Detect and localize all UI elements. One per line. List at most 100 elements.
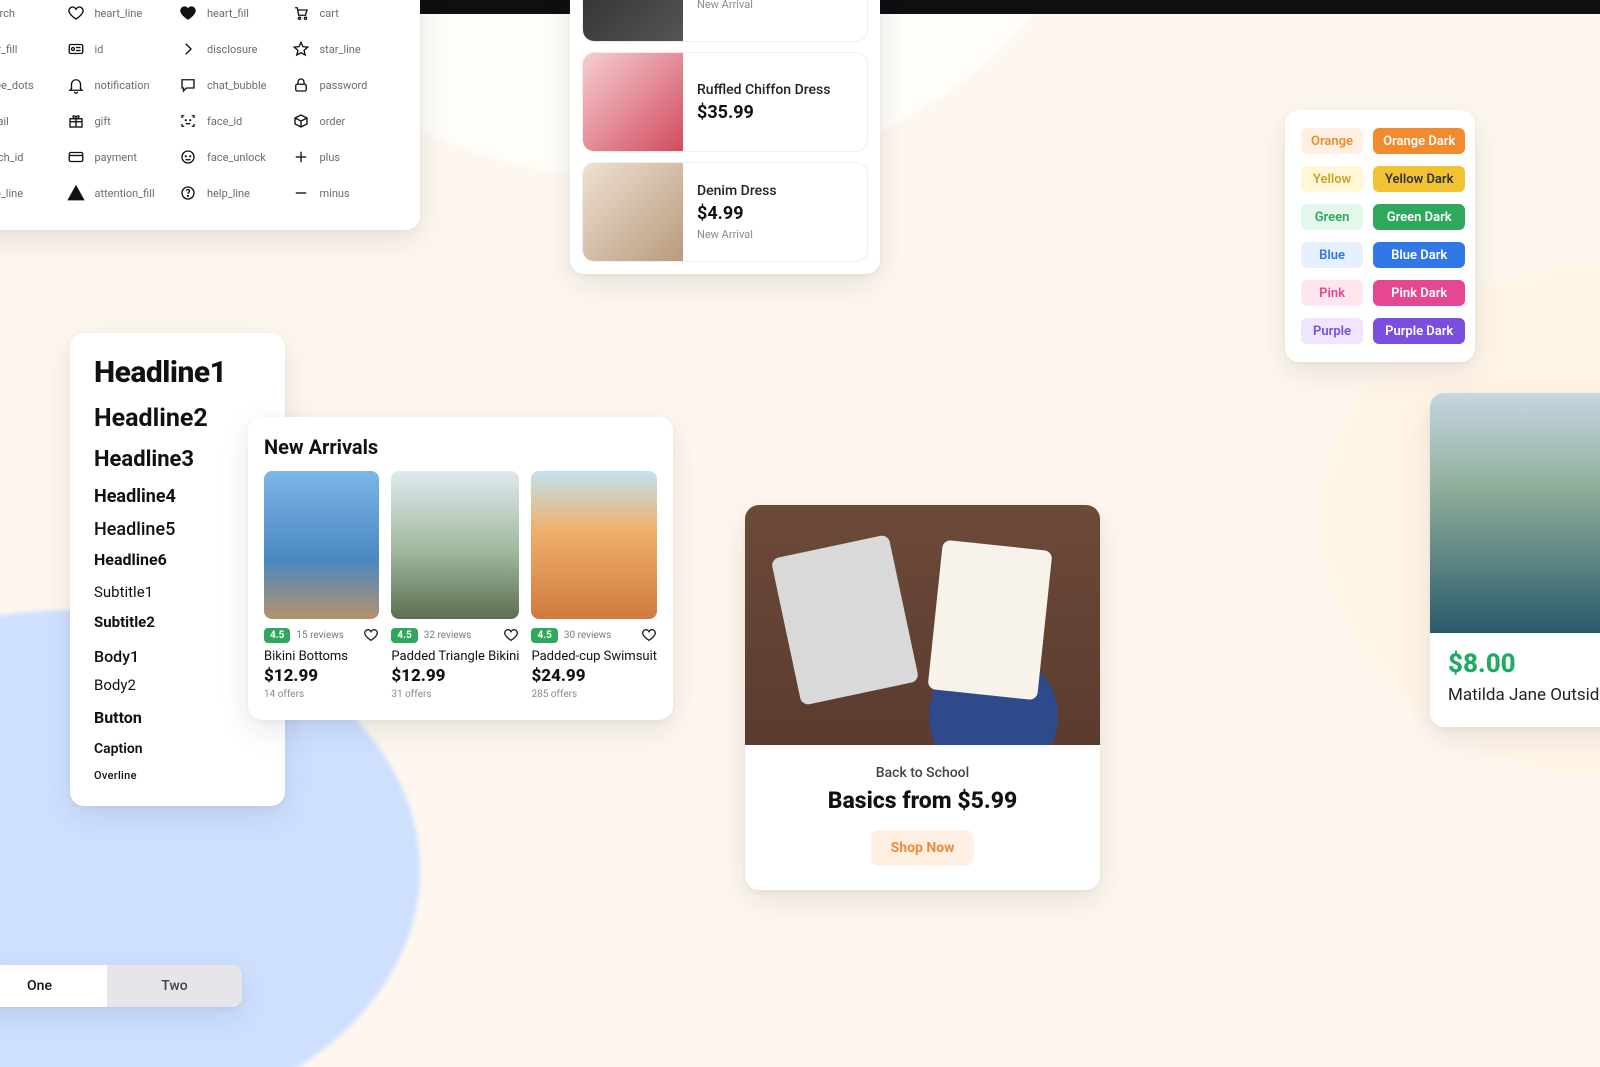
review-count: 32 reviews [424, 630, 472, 641]
icon-entry-three-dots: three_dots [0, 76, 59, 94]
star-line-icon [292, 40, 310, 58]
product-price: $35.99 [697, 102, 867, 123]
icon-label: touch_id [0, 151, 24, 164]
arrival-item[interactable]: 4.5 15 reviews Bikini Bottoms $12.99 14 … [264, 471, 379, 700]
segment-one[interactable]: One [0, 965, 107, 1007]
icon-label: chat_bubble [207, 79, 266, 92]
icon-label: order [320, 115, 346, 128]
arrival-price: $12.99 [264, 666, 379, 686]
profile-image [1430, 393, 1600, 633]
icon-entry-email: email [0, 112, 59, 130]
icon-label: email [0, 115, 9, 128]
headline2: Headline2 [94, 404, 263, 433]
color-chip-card: Orange Orange Dark Yellow Yellow Dark Gr… [1285, 110, 1475, 362]
icon-label: face_unlock [207, 151, 266, 164]
icon-label: password [320, 79, 368, 92]
product-tag: New Arrival [697, 228, 867, 241]
icon-label: info_line [0, 187, 23, 200]
icon-entry-heart-line: heart_line [67, 4, 172, 22]
icon-entry-minus: minus [292, 184, 397, 202]
heart-fill-icon [179, 4, 197, 22]
review-count: 15 reviews [296, 630, 344, 641]
arrival-image [531, 471, 657, 619]
gift-icon [67, 112, 85, 130]
arrival-item[interactable]: 4.5 32 reviews Padded Triangle Bikini $1… [391, 471, 519, 700]
product-row[interactable]: Ruffled Chiffon Dress $35.99 [582, 52, 868, 152]
product-title: Ruffled Chiffon Dress [697, 82, 867, 98]
product-tag: New Arrival [697, 0, 867, 11]
promo-eyebrow: Back to School [763, 765, 1082, 781]
cart-icon [292, 4, 310, 22]
profile-price: $8.00 [1448, 649, 1600, 679]
product-row[interactable]: Denim Dress $4.99 New Arrival [582, 162, 868, 262]
icon-label: gift [95, 115, 111, 128]
chip-blue-dark[interactable]: Blue Dark [1373, 242, 1465, 268]
chip-green[interactable]: Green [1301, 204, 1363, 230]
chip-blue[interactable]: Blue [1301, 242, 1363, 268]
review-count: 30 reviews [564, 630, 612, 641]
order-icon [292, 112, 310, 130]
promo-prop [771, 534, 920, 706]
icon-label: minus [320, 187, 350, 200]
icon-entry-plus: plus [292, 148, 397, 166]
arrival-item[interactable]: 4.5 30 reviews Padded-cup Swimsuit $24.9… [531, 471, 657, 700]
id-icon [67, 40, 85, 58]
chip-orange[interactable]: Orange [1301, 128, 1363, 154]
promo-image [745, 505, 1100, 745]
icon-entry-id: id [67, 40, 172, 58]
face-unlock-icon [179, 148, 197, 166]
product-image [583, 52, 683, 152]
icon-entry-payment: payment [67, 148, 172, 166]
icon-label: star_fill [0, 43, 17, 56]
segment-two[interactable]: Two [107, 965, 242, 1007]
rating-badge: 4.5 [531, 628, 557, 643]
chip-yellow[interactable]: Yellow [1301, 166, 1363, 192]
icon-label: heart_fill [207, 7, 249, 20]
face-id-icon [179, 112, 197, 130]
icon-label: cart [320, 7, 339, 20]
icon-entry-touch-id: touch_id [0, 148, 59, 166]
icon-entry-chat-bubble: chat_bubble [179, 76, 284, 94]
body1: Body1 [94, 647, 263, 666]
promo-headline: Basics from $5.99 [763, 787, 1082, 814]
shop-now-button[interactable]: Shop Now [871, 830, 975, 866]
arrival-name: Padded-cup Swimsuit [531, 649, 657, 664]
button-text: Button [94, 708, 263, 727]
profile-price-card[interactable]: $8.00 Matilda Jane Outside [1430, 393, 1600, 727]
chip-green-dark[interactable]: Green Dark [1373, 204, 1465, 230]
chip-pink[interactable]: Pink [1301, 280, 1363, 306]
chip-yellow-dark[interactable]: Yellow Dark [1373, 166, 1465, 192]
icon-entry-notification: notification [67, 76, 172, 94]
icon-entry-star-line: star_line [292, 40, 397, 58]
icon-entry-face-id: face_id [179, 112, 284, 130]
product-list-card: $18.99 New Arrival Ruffled Chiffon Dress… [570, 0, 880, 274]
password-icon [292, 76, 310, 94]
icon-entry-cart: cart [292, 4, 397, 22]
favorite-icon[interactable] [641, 627, 657, 643]
icon-label: id [95, 43, 104, 56]
favorite-icon[interactable] [363, 627, 379, 643]
icon-entry-face-unlock: face_unlock [179, 148, 284, 166]
body2: Body2 [94, 676, 263, 694]
arrival-image [391, 471, 519, 619]
icon-entry-star-fill: star_fill [0, 40, 59, 58]
segmented-control: One Two [0, 965, 242, 1007]
chip-purple-dark[interactable]: Purple Dark [1373, 318, 1465, 344]
chip-purple[interactable]: Purple [1301, 318, 1363, 344]
subtitle2: Subtitle2 [94, 613, 263, 631]
product-row[interactable]: $18.99 New Arrival [582, 0, 868, 42]
icon-entry-help-line: help_line [179, 184, 284, 202]
plus-icon [292, 148, 310, 166]
icon-entry-heart-fill: heart_fill [179, 4, 284, 22]
attention-fill-icon [67, 184, 85, 202]
arrival-name: Padded Triangle Bikini [391, 649, 519, 664]
chip-pink-dark[interactable]: Pink Dark [1373, 280, 1465, 306]
product-image [583, 162, 683, 262]
icon-label: notification [95, 79, 150, 92]
icon-entry-disclosure: disclosure [179, 40, 284, 58]
favorite-icon[interactable] [503, 627, 519, 643]
promo-card: Back to School Basics from $5.99 Shop No… [745, 505, 1100, 890]
heart-line-icon [67, 4, 85, 22]
arrival-name: Bikini Bottoms [264, 649, 379, 664]
chip-orange-dark[interactable]: Orange Dark [1373, 128, 1465, 154]
